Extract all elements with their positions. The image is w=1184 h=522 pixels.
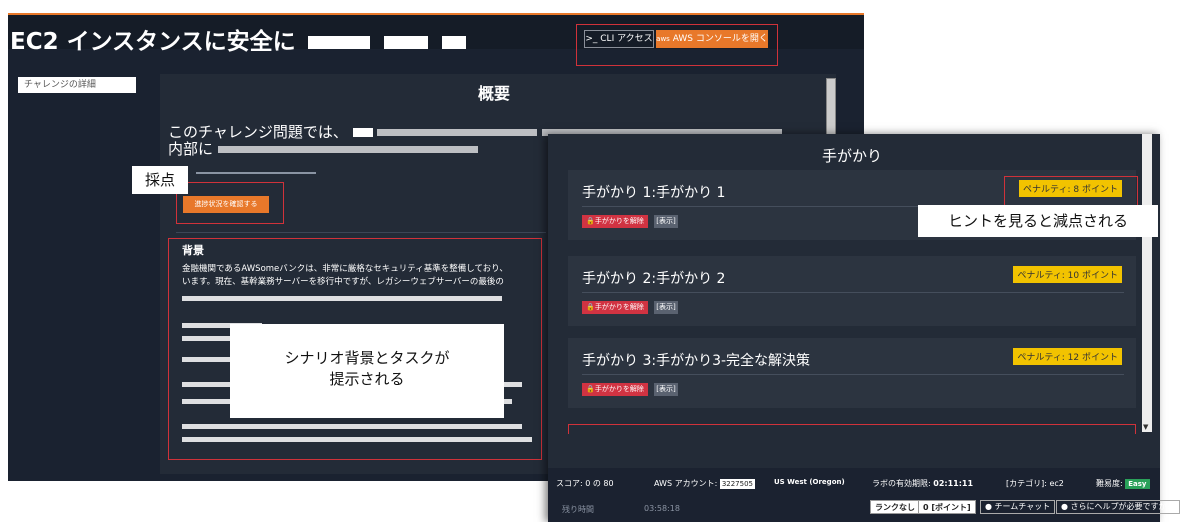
score: スコア: 0 の 80	[556, 479, 614, 488]
divider	[582, 292, 1124, 293]
hint-title: 手がかり 1:手がかり 1	[582, 185, 726, 201]
hint-card: 手がかり 3:手がかり3-完全な解決策 ペナルティ: 12 ポイント 🔒手がかり…	[568, 338, 1136, 408]
cli-access-button[interactable]: >_ CLI アクセス	[584, 30, 654, 48]
scenario-annotation: シナリオ背景とタスクが 提示される	[230, 324, 504, 418]
aws-account: AWS アカウント: 3227505	[654, 479, 755, 489]
background-text: 金融機関であるAWSomeバンクは、非常に厳格なセキュリティ基準を整備しており、…	[182, 264, 508, 287]
lab-expiry: ラボの有効期限: 02:11:11	[872, 479, 974, 488]
unlock-hint-button[interactable]: 🔒手がかりを解除	[582, 301, 648, 314]
grading-annotation: 採点	[132, 166, 188, 194]
hints-title: 手がかり	[822, 147, 883, 165]
scrollbar[interactable]	[826, 78, 836, 138]
redacted-text	[441, 36, 466, 49]
penalty-badge: ペナルティ: 12 ポイント	[1013, 348, 1122, 365]
help-button[interactable]: ● さらにヘルプが必要ですか？	[1056, 500, 1180, 514]
region: US West (Oregon)	[774, 478, 845, 486]
aws-icon: aws	[656, 35, 670, 43]
remaining-time: 03:58:18	[644, 504, 680, 513]
points-badge: 0 [ポイント]	[918, 500, 976, 514]
penalty-highlight	[1004, 176, 1138, 206]
chat-icon: ●	[985, 502, 992, 511]
difficulty-badge: Easy	[1125, 479, 1150, 489]
hint-card	[568, 424, 1136, 434]
lock-icon: 🔒	[586, 217, 595, 225]
hint-title: 手がかり 3:手がかり3-完全な解決策	[582, 353, 811, 369]
scrollbar[interactable]	[1142, 134, 1152, 432]
unlock-hint-button[interactable]: 🔒手がかりを解除	[582, 215, 648, 228]
divider	[582, 374, 1124, 375]
page-title: EC2 インスタンスに安全に	[10, 22, 466, 56]
redacted-text	[307, 36, 370, 49]
unlock-hint-button[interactable]: 🔒手がかりを解除	[582, 383, 648, 396]
check-progress-button[interactable]: 進捗状況を確認する	[183, 196, 269, 213]
hint-card: 手がかり 2:手がかり 2 ペナルティ: 10 ポイント 🔒手がかりを解除 [表…	[568, 256, 1136, 326]
show-hint-button[interactable]: [表示]	[654, 301, 678, 314]
redacted-text	[383, 36, 428, 49]
hint-title: 手がかり 2:手がかり 2	[582, 271, 726, 287]
lock-icon: 🔒	[586, 303, 595, 311]
penalty-badge: ペナルティ: 10 ポイント	[1013, 266, 1122, 283]
divider	[196, 172, 316, 174]
show-hint-button[interactable]: [表示]	[654, 215, 678, 228]
category: [カテゴリ]: ec2	[1006, 479, 1064, 488]
challenge-detail-tab[interactable]: チャレンジの詳細	[18, 77, 136, 93]
divider	[176, 232, 546, 233]
scroll-down-icon[interactable]: ▼	[1143, 423, 1148, 431]
status-bar: スコア: 0 の 80 AWS アカウント: 3227505 US West (…	[548, 468, 1180, 522]
remaining-label: 残り時間	[562, 505, 594, 514]
background-title: 背景	[182, 244, 204, 257]
team-chat-button[interactable]: ● チームチャット	[980, 500, 1056, 514]
difficulty: 難易度: Easy	[1096, 478, 1150, 489]
terminal-icon: >_	[585, 34, 598, 44]
show-hint-button[interactable]: [表示]	[654, 383, 678, 396]
lock-icon: 🔒	[586, 385, 595, 393]
penalty-annotation: ヒントを見ると減点される	[918, 205, 1158, 237]
chat-icon: ●	[1061, 502, 1068, 511]
rank-badge: ランクなし	[870, 500, 920, 514]
open-aws-console-button[interactable]: aws AWS コンソールを開く	[656, 30, 768, 48]
overview-title: 概要	[478, 84, 511, 103]
